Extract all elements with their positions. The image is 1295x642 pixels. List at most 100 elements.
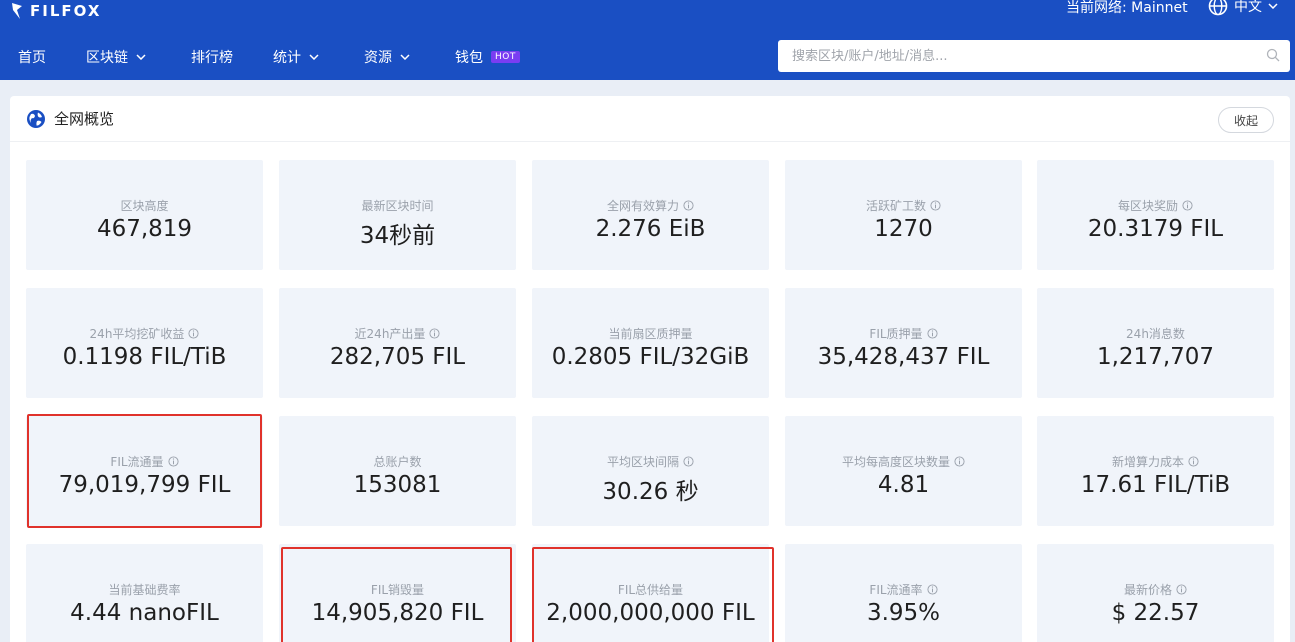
chevron-down-icon (309, 54, 319, 60)
stat-label-text: 平均区块间隔 (606, 455, 679, 469)
stat-label-text: 总账户数 (373, 455, 422, 469)
stat-label-text: 24h消息数 (1126, 327, 1185, 341)
stat-label: 全网有效算力 (532, 197, 769, 214)
chevron-down-icon (136, 54, 146, 60)
panel-title-text: 全网概览 (54, 110, 115, 128)
stat-card: 平均每高度区块数量 4.81 (785, 416, 1022, 526)
stat-label-text: 平均每高度区块数量 (841, 455, 950, 469)
stat-card: 平均区块间隔 30.26 秒 (532, 416, 769, 526)
stat-label-text: 全网有效算力 (606, 199, 679, 213)
info-icon[interactable] (927, 584, 938, 595)
nav-blockchain[interactable]: 区块链 (86, 44, 146, 70)
network-label: 当前网络: Mainnet (1066, 0, 1188, 16)
info-icon[interactable] (1176, 584, 1187, 595)
stat-value: 467,819 (96, 216, 193, 242)
globe-icon (1208, 0, 1228, 16)
stat-card: FIL质押量 35,428,437 FIL (785, 288, 1022, 398)
stat-card: FIL总供给量 2,000,000,000 FIL (532, 544, 769, 642)
stat-value: $ 22.57 (1111, 600, 1200, 626)
stat-label: 近24h产出量 (279, 325, 516, 342)
collapse-button[interactable]: 收起 (1218, 107, 1274, 133)
stat-label: 新增算力成本 (1037, 453, 1274, 470)
nav-home[interactable]: 首页 (18, 44, 46, 70)
info-icon[interactable] (683, 456, 694, 467)
fox-logo-icon (12, 3, 22, 19)
stat-label-text: FIL总供给量 (617, 583, 684, 597)
stat-value: 17.61 FIL/TiB (1080, 472, 1231, 498)
search-icon[interactable] (1266, 48, 1280, 62)
nav-statistics-label: 统计 (273, 50, 301, 66)
logo-text: FILFOX (30, 2, 102, 20)
stat-value: 34秒前 (359, 223, 436, 249)
stat-label-text: 活跃矿工数 (865, 199, 926, 213)
stat-label-text: 当前扇区质押量 (608, 327, 693, 341)
stat-card: 24h消息数 1,217,707 (1037, 288, 1274, 398)
nav-blockchain-label: 区块链 (86, 50, 128, 66)
stat-value: 1270 (874, 216, 933, 242)
info-icon[interactable] (1188, 456, 1199, 467)
nav-resources[interactable]: 资源 (364, 44, 410, 70)
nav-resources-label: 资源 (364, 50, 392, 66)
stat-value: 153081 (353, 472, 442, 498)
info-icon[interactable] (927, 328, 938, 339)
stat-card: 全网有效算力 2.276 EiB (532, 160, 769, 270)
stat-card: 近24h产出量 282,705 FIL (279, 288, 516, 398)
chevron-down-icon (1268, 3, 1278, 9)
stat-label: 24h消息数 (1037, 325, 1274, 342)
stat-label-text: FIL销毁量 (370, 583, 425, 597)
language-selector[interactable]: 中文 (1208, 0, 1278, 16)
info-icon[interactable] (683, 200, 694, 211)
stat-value: 282,705 FIL (329, 344, 466, 370)
stat-card: FIL销毁量 14,905,820 FIL (279, 544, 516, 642)
top-header: FILFOX 当前网络: Mainnet 中文 首页 区块链 排行榜 统计 资源… (0, 0, 1295, 80)
stat-label: FIL流通量 (26, 453, 263, 470)
stat-value: 0.2805 FIL/32GiB (551, 344, 750, 370)
stat-label-text: 当前基础费率 (108, 583, 181, 597)
info-icon[interactable] (930, 200, 941, 211)
stat-value: 4.81 (877, 472, 930, 498)
stat-label-text: 每区块奖励 (1117, 199, 1178, 213)
stat-label-text: 区块高度 (120, 199, 169, 213)
stat-label-text: FIL流通量 (110, 455, 164, 469)
stat-label: 最新价格 (1037, 581, 1274, 598)
stat-label: FIL总供给量 (532, 581, 769, 598)
nav-wallet[interactable]: 钱包 HOT (455, 44, 520, 70)
nav-ranking-label: 排行榜 (191, 50, 233, 66)
search-input[interactable] (792, 40, 1252, 72)
stat-label-text: 新增算力成本 (1111, 455, 1184, 469)
nav-statistics[interactable]: 统计 (273, 44, 319, 70)
stat-label: 总账户数 (279, 453, 516, 470)
stat-value: 14,905,820 FIL (311, 600, 484, 626)
stat-card: FIL流通量 79,019,799 FIL (26, 416, 263, 526)
stat-value: 0.1198 FIL/TiB (62, 344, 227, 370)
stat-label: FIL质押量 (785, 325, 1022, 342)
stat-label-text: FIL流通率 (869, 583, 923, 597)
stat-label: 活跃矿工数 (785, 197, 1022, 214)
stat-label-text: 最新价格 (1123, 583, 1172, 597)
stat-card: 最新价格 $ 22.57 (1037, 544, 1274, 642)
stat-card: 新增算力成本 17.61 FIL/TiB (1037, 416, 1274, 526)
panel-title: 全网概览 (26, 108, 114, 129)
info-icon[interactable] (1182, 200, 1193, 211)
stat-card: 当前扇区质押量 0.2805 FIL/32GiB (532, 288, 769, 398)
stat-label: 平均区块间隔 (532, 453, 769, 470)
stat-value: 1,217,707 (1096, 344, 1215, 370)
stat-card: FIL流通率 3.95% (785, 544, 1022, 642)
info-icon[interactable] (954, 456, 965, 467)
chevron-down-icon (400, 54, 410, 60)
stat-label: 当前基础费率 (26, 581, 263, 598)
search-box[interactable] (778, 40, 1290, 72)
stat-label: 24h平均挖矿收益 (26, 325, 263, 342)
info-icon[interactable] (429, 328, 440, 339)
filfox-logo[interactable]: FILFOX (10, 0, 101, 22)
stat-label: 区块高度 (26, 197, 263, 214)
language-label: 中文 (1234, 0, 1262, 15)
info-icon[interactable] (168, 456, 179, 467)
info-icon[interactable] (188, 328, 199, 339)
stat-value: 2,000,000,000 FIL (546, 600, 755, 626)
stat-card: 区块高度 467,819 (26, 160, 263, 270)
nav-ranking[interactable]: 排行榜 (191, 44, 233, 70)
stat-label: 最新区块时间 (279, 197, 516, 214)
stat-value: 4.44 nanoFIL (70, 600, 219, 626)
stat-value: 3.95% (866, 600, 941, 626)
